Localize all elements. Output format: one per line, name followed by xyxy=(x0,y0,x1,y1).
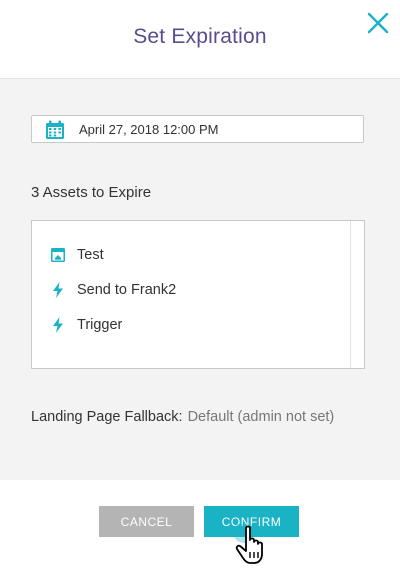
asset-label: Test xyxy=(77,247,104,263)
lightning-icon xyxy=(53,317,63,333)
landing-page-icon xyxy=(51,248,65,262)
fallback-value: Default (admin not set) xyxy=(187,409,335,425)
asset-list-scrollbar[interactable] xyxy=(350,221,364,368)
fallback-label: Landing Page Fallback: xyxy=(31,409,183,425)
lightning-icon xyxy=(53,282,63,298)
confirm-button[interactable]: CONFIRM xyxy=(204,506,299,537)
asset-list: Test Send to Frank2 Trigger xyxy=(31,220,365,369)
assets-heading: 3 Assets to Expire xyxy=(31,184,152,201)
set-expiration-dialog: Set Expiration April 27, 2018 12:00 PM 3… xyxy=(0,0,400,574)
landing-page-fallback: Landing Page Fallback: Default (admin not… xyxy=(31,409,334,425)
close-icon[interactable] xyxy=(364,9,392,37)
calendar-icon[interactable] xyxy=(45,120,65,140)
list-item: Send to Frank2 xyxy=(32,277,332,303)
expiration-date-field[interactable]: April 27, 2018 12:00 PM xyxy=(31,115,364,143)
asset-label: Send to Frank2 xyxy=(77,282,177,298)
expiration-date-value: April 27, 2018 12:00 PM xyxy=(79,122,219,137)
cancel-button[interactable]: CANCEL xyxy=(99,506,194,537)
dialog-footer: CANCEL CONFIRM xyxy=(0,480,400,574)
dialog-title: Set Expiration xyxy=(133,25,267,48)
list-item: Trigger xyxy=(32,312,332,338)
list-item: Test xyxy=(32,242,332,268)
dialog-header: Set Expiration xyxy=(0,0,400,79)
asset-label: Trigger xyxy=(77,317,123,333)
